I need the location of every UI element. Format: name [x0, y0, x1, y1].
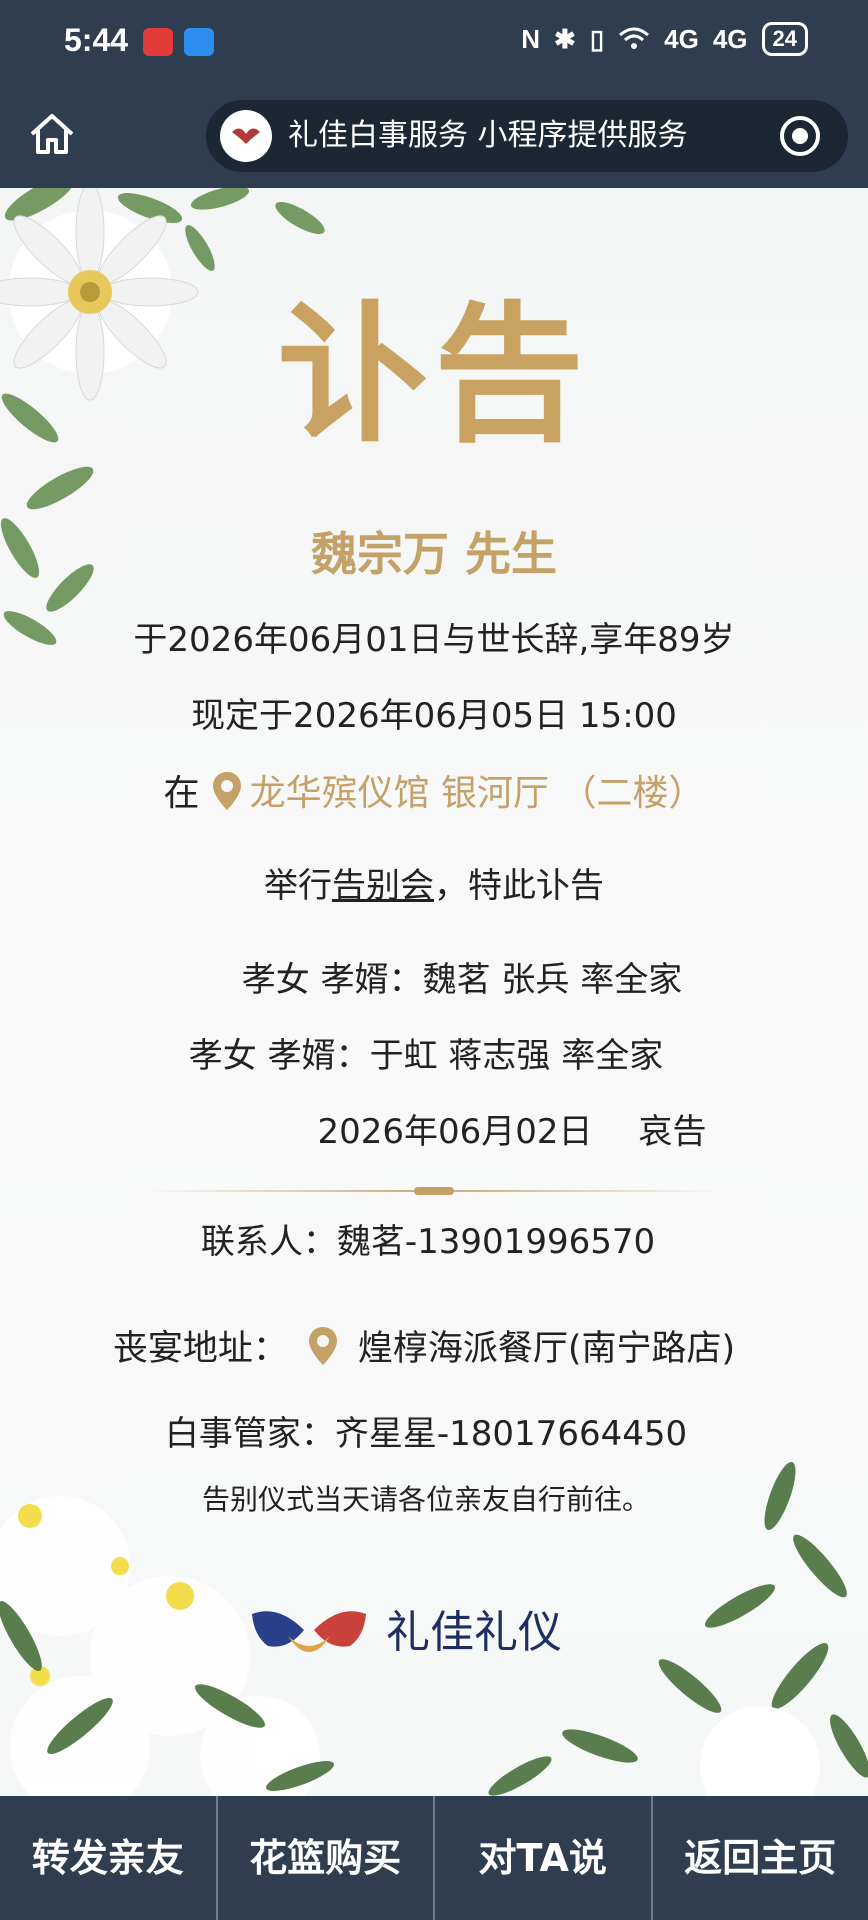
farewell-link[interactable]: 告别会: [332, 866, 434, 906]
status-bar: 5:44 N ✱ ▯ 4G 4G 24: [0, 0, 868, 86]
home-icon[interactable]: [26, 108, 78, 160]
bluetooth-icon: ✱: [554, 23, 576, 54]
event-prefix: 举行: [264, 866, 332, 906]
share-to-friends-button[interactable]: 转发亲友: [0, 1796, 218, 1920]
buy-flower-basket-button[interactable]: 花篮购买: [218, 1796, 435, 1920]
close-miniprogram-button[interactable]: [780, 116, 820, 156]
brand-name: 礼佳礼仪: [386, 1607, 562, 1658]
mourn-label: 哀告: [638, 1112, 707, 1152]
venue-prefix: 在: [163, 773, 200, 814]
location-pin-icon[interactable]: [306, 1325, 340, 1367]
signal-icon-2: 4G: [712, 23, 748, 54]
family-line-2: 孝女 孝婿：于虹 蒋志强 率全家: [188, 1036, 664, 1076]
note-line: 告别仪式当天请各位亲友自行前往。: [201, 1483, 650, 1516]
brand-logo-icon: [252, 1611, 366, 1652]
venue-row: 在 龙华殡仪馆 银河厅 （二楼）: [0, 764, 868, 820]
battery-icon: 24: [761, 22, 808, 56]
deceased-name: 魏宗万 先生: [310, 527, 557, 581]
bottom-action-bar: 转发亲友 花篮购买 对TA说 返回主页: [0, 1796, 868, 1920]
service-logo: [220, 110, 272, 162]
signal-icon-1: 4G: [664, 23, 699, 54]
system-icons: N ✱ ▯ 4G 4G 24: [521, 22, 808, 56]
steward-line[interactable]: 白事管家：齐星星-18017664450: [0, 1406, 860, 1455]
location-pin-icon[interactable]: [210, 770, 244, 812]
event-suffix: ，特此讣告: [434, 866, 604, 906]
banquet-label: 丧宴地址：: [112, 1329, 288, 1369]
miniprogram-capsule: 礼佳白事服务 小程序提供服务: [206, 100, 848, 172]
mourn-date-line: 2026年06月02日 哀告: [78, 1104, 868, 1153]
clock: 5:44: [64, 22, 129, 58]
wifi-icon: [619, 27, 650, 49]
notification-app-icon: [143, 28, 173, 56]
nav-bar: 礼佳白事服务 小程序提供服务: [0, 86, 868, 188]
message-button[interactable]: 对TA说: [435, 1796, 653, 1920]
service-time-line: 现定于2026年06月05日 15:00: [191, 696, 677, 736]
back-home-button[interactable]: 返回主页: [653, 1796, 868, 1920]
miniprogram-title: 礼佳白事服务 小程序提供服务: [288, 118, 688, 153]
death-date-line: 于2026年06月01日与世长辞,享年89岁: [133, 620, 735, 660]
vibrate-icon: ▯: [589, 23, 605, 54]
obituary-card: 讣告 魏宗万 先生 于2026年06月01日与世长辞,享年89岁 现定于2026…: [0, 188, 868, 1796]
brand-logo: 礼佳礼仪: [248, 1596, 562, 1660]
venue-name[interactable]: 龙华殡仪馆 银河厅 （二楼）: [250, 773, 705, 814]
notification-app-icon-2: [184, 28, 214, 56]
nfc-icon: N: [521, 23, 541, 54]
banquet-row: 丧宴地址： 煌椁海派餐厅(南宁路店): [0, 1320, 858, 1375]
family-line-1: 孝女 孝婿：魏茗 张兵 率全家: [241, 960, 683, 1000]
banquet-address[interactable]: 煌椁海派餐厅(南宁路店): [358, 1329, 735, 1369]
obituary-heading: 讣告: [277, 287, 590, 463]
divider: [146, 1187, 722, 1195]
contact-line[interactable]: 联系人：魏茗-13901996570: [0, 1214, 862, 1263]
mourn-date: 2026年06月02日: [317, 1112, 593, 1152]
event-line: 举行告别会，特此讣告: [0, 858, 868, 907]
